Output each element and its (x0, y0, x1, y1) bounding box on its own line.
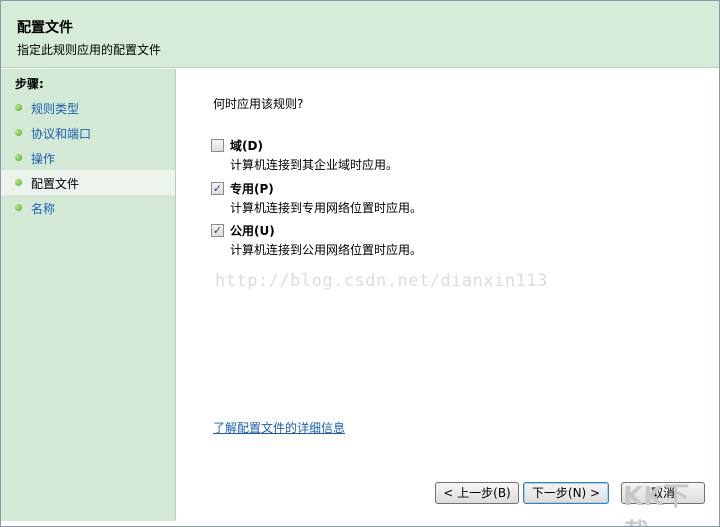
domain-description: 计算机连接到其企业域时应用。 (230, 158, 399, 172)
step-profile[interactable]: 配置文件 (1, 170, 175, 195)
steps-sidebar: 步骤: 规则类型 协议和端口 操作 配置文件 名称 (1, 69, 176, 521)
page-subtitle: 指定此规则应用的配置文件 (17, 43, 162, 57)
url-watermark: http://blog.csdn.net/dianxin113 (215, 271, 548, 291)
step-rule-type[interactable]: 规则类型 (1, 95, 175, 120)
step-status-icon (15, 154, 22, 161)
step-label: 操作 (31, 152, 56, 166)
private-checkbox[interactable]: ✓ (211, 182, 224, 195)
private-label: 专用(P) (230, 182, 274, 196)
step-status-icon (15, 179, 22, 186)
step-label: 配置文件 (31, 177, 80, 191)
page-title: 配置文件 (17, 20, 73, 36)
step-protocol-port[interactable]: 协议和端口 (1, 120, 175, 145)
public-label: 公用(U) (230, 224, 275, 238)
wizard-window: 配置文件 指定此规则应用的配置文件 步骤: 规则类型 协议和端口 操作 配置文件 (0, 0, 720, 527)
wizard-header: 配置文件 指定此规则应用的配置文件 (1, 1, 719, 68)
step-action[interactable]: 操作 (1, 145, 175, 170)
public-checkbox[interactable]: ✓ (211, 224, 224, 237)
wizard-content: 何时应用该规则? 域(D) 计算机连接到其企业域时应用。 ✓ 专用(P) 计算机… (177, 69, 719, 525)
site-logo-watermark: KK下载 (623, 476, 715, 526)
private-description: 计算机连接到专用网络位置时应用。 (230, 201, 423, 215)
profile-question: 何时应用该规则? (213, 97, 304, 111)
learn-more-link[interactable]: 了解配置文件的详细信息 (213, 419, 345, 436)
site-logo-text: KK下载 (623, 482, 690, 526)
step-label: 协议和端口 (31, 127, 92, 141)
domain-checkbox[interactable] (211, 139, 224, 152)
domain-label: 域(D) (230, 139, 263, 153)
steps-heading: 步骤: (15, 77, 44, 91)
steps-list: 规则类型 协议和端口 操作 配置文件 名称 (1, 95, 175, 220)
step-label: 名称 (31, 202, 56, 216)
step-status-icon (15, 104, 22, 111)
step-label: 规则类型 (31, 102, 80, 116)
step-name[interactable]: 名称 (1, 195, 175, 220)
step-status-icon (15, 204, 22, 211)
public-description: 计算机连接到公用网络位置时应用。 (230, 243, 423, 257)
back-button[interactable]: < 上一步(B) (435, 482, 519, 504)
step-status-icon (15, 129, 22, 136)
next-button[interactable]: 下一步(N) > (523, 482, 609, 504)
